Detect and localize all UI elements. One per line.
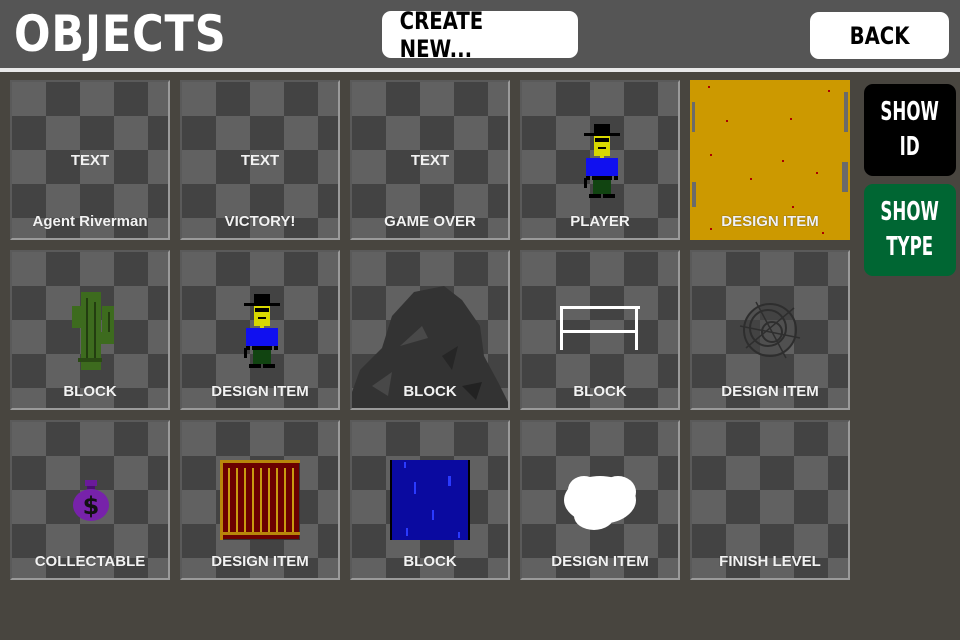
object-label: DESIGN ITEM [551,553,649,570]
back-label: BACK [849,21,910,50]
object-label: COLLECTABLE [34,553,146,570]
show-type-label-line1: SHOW [880,197,940,227]
object-label: DESIGN ITEM [721,383,819,400]
object-tile-text-victory[interactable]: TEXT VICTORY! [180,80,340,240]
show-type-label-line2: TYPE [886,232,934,262]
object-type-label: TEXT [70,152,110,169]
object-tile-desert-sand[interactable]: DESIGN ITEM [690,80,850,240]
object-label: PLAYER [570,213,630,230]
cowboy-icon [244,294,280,368]
object-tile-fence[interactable]: BLOCK [520,250,680,410]
object-label: FINISH LEVEL [719,553,821,570]
wooden-crate-icon [220,460,300,540]
object-type-label: TEXT [240,152,280,169]
object-label: DESIGN ITEM [721,213,819,230]
object-label: VICTORY! [224,213,296,230]
header-bar: OBJECTS CREATE NEW... BACK [0,0,960,68]
object-tile-wooden-crate[interactable]: DESIGN ITEM [180,420,340,580]
fence-icon [560,306,640,350]
object-label: GAME OVER [384,213,476,230]
object-tile-money-bag[interactable]: $ COLLECTABLE [10,420,170,580]
object-label: Agent Riverman [32,213,148,230]
show-id-label-line1: SHOW [880,97,940,127]
tumbleweed-icon [739,301,801,359]
show-id-button[interactable]: SHOW ID [864,84,956,176]
object-tile-text-game-over[interactable]: TEXT GAME OVER [350,80,510,240]
money-bag-icon: $ [73,480,109,521]
show-id-label-line2: ID [899,132,920,162]
object-label: BLOCK [63,383,117,400]
show-type-button[interactable]: SHOW TYPE [864,184,956,276]
cloud-icon [564,476,636,530]
page-title: OBJECTS [14,5,227,63]
object-tile-tumbleweed[interactable]: DESIGN ITEM [690,250,850,410]
object-label: DESIGN ITEM [211,383,309,400]
object-label: DESIGN ITEM [211,553,309,570]
object-tile-finish-level[interactable]: FINISH LEVEL [690,420,850,580]
header-divider [0,68,960,72]
cactus-icon [72,292,114,370]
object-tile-cloud[interactable]: DESIGN ITEM [520,420,680,580]
water-block-icon [390,460,470,540]
object-label: BLOCK [403,383,457,400]
object-tile-cowboy-design[interactable]: DESIGN ITEM [180,250,340,410]
cowboy-icon [584,124,620,198]
object-tile-cactus[interactable]: BLOCK [10,250,170,410]
create-new-label: CREATE NEW... [399,6,484,63]
object-tile-player[interactable]: PLAYER [520,80,680,240]
object-tile-rock-pile[interactable]: BLOCK [350,250,510,410]
object-tile-water-block[interactable]: BLOCK [350,420,510,580]
object-type-label: TEXT [410,152,450,169]
back-button[interactable]: BACK [810,12,949,59]
objects-grid: TEXT Agent Riverman TEXT VICTORY! TEXT G… [10,80,850,580]
create-new-button[interactable]: CREATE NEW... [382,7,578,63]
object-label: BLOCK [403,553,457,570]
svg-text:$: $ [83,492,100,520]
object-tile-text-agent-riverman[interactable]: TEXT Agent Riverman [10,80,170,240]
object-label: BLOCK [573,383,627,400]
